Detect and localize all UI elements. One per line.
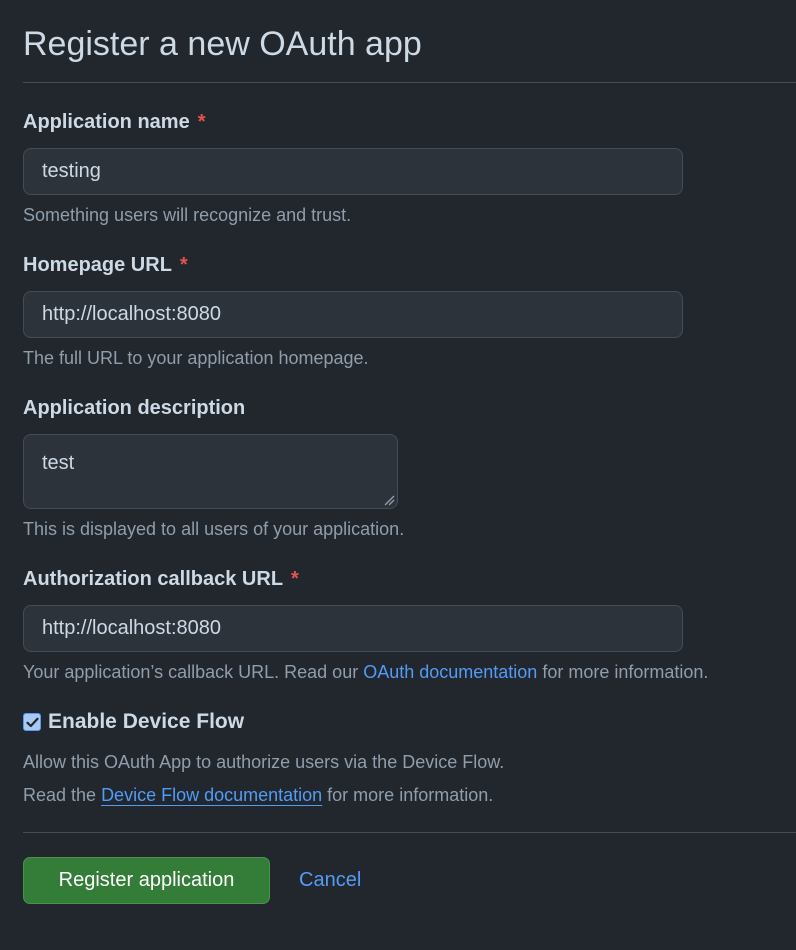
callback-url-hint: Your application’s callback URL. Read ou… <box>23 661 708 683</box>
device-flow-label[interactable]: Enable Device Flow <box>48 710 244 734</box>
app-name-input[interactable]: testing <box>23 148 683 195</box>
required-mark: * <box>197 111 206 133</box>
homepage-url-field: Homepage URL * http://localhost:8080 The … <box>23 253 683 369</box>
callback-hint-suffix: for more information. <box>537 662 709 682</box>
description-value: test <box>42 452 75 474</box>
device-flow-doc-prefix: Read the <box>23 785 102 805</box>
callback-hint-prefix: Your application’s callback URL. Read ou… <box>23 662 364 682</box>
description-textarea[interactable]: test <box>23 434 398 509</box>
required-mark: * <box>291 568 299 590</box>
page-title: Register a new OAuth app <box>23 25 422 63</box>
description-field: Application description test This is dis… <box>23 396 404 540</box>
header-divider <box>23 82 796 83</box>
homepage-url-label-text: Homepage URL <box>23 254 172 276</box>
homepage-url-hint: The full URL to your application homepag… <box>23 348 369 368</box>
device-flow-row: Enable Device Flow <box>23 710 244 734</box>
app-name-label-text: Application name <box>23 111 190 133</box>
device-flow-checkbox[interactable] <box>23 713 41 731</box>
app-name-field: Application name * testing Something user… <box>23 110 683 226</box>
app-name-hint: Something users will recognize and trust… <box>23 205 352 225</box>
cancel-link[interactable]: Cancel <box>299 857 361 904</box>
app-name-label: Application name * <box>23 110 683 134</box>
register-application-button[interactable]: Register application <box>23 857 270 904</box>
homepage-url-input[interactable]: http://localhost:8080 <box>23 291 683 338</box>
callback-url-label: Authorization callback URL * <box>23 567 708 591</box>
callback-url-field: Authorization callback URL * http://local… <box>23 567 708 683</box>
required-mark: * <box>179 254 188 276</box>
callback-url-label-text: Authorization callback URL <box>23 568 284 590</box>
description-label: Application description <box>23 397 246 419</box>
callback-url-input[interactable]: http://localhost:8080 <box>23 605 683 652</box>
footer-divider <box>23 832 796 833</box>
description-hint: This is displayed to all users of your a… <box>23 519 405 539</box>
resize-grip-icon[interactable] <box>383 494 395 506</box>
register-oauth-app-page: Register a new OAuth app Application nam… <box>0 0 796 950</box>
device-flow-note: Allow this OAuth App to authorize users … <box>23 752 505 772</box>
device-flow-doc-note: Read the Device Flow documentation for m… <box>23 784 493 806</box>
checkmark-icon <box>25 717 39 727</box>
device-flow-doc-suffix: for more information. <box>322 785 494 805</box>
oauth-documentation-link[interactable]: OAuth documentation <box>363 662 537 682</box>
device-flow-documentation-link[interactable]: Device Flow documentation <box>101 785 322 805</box>
homepage-url-label: Homepage URL * <box>23 253 683 277</box>
